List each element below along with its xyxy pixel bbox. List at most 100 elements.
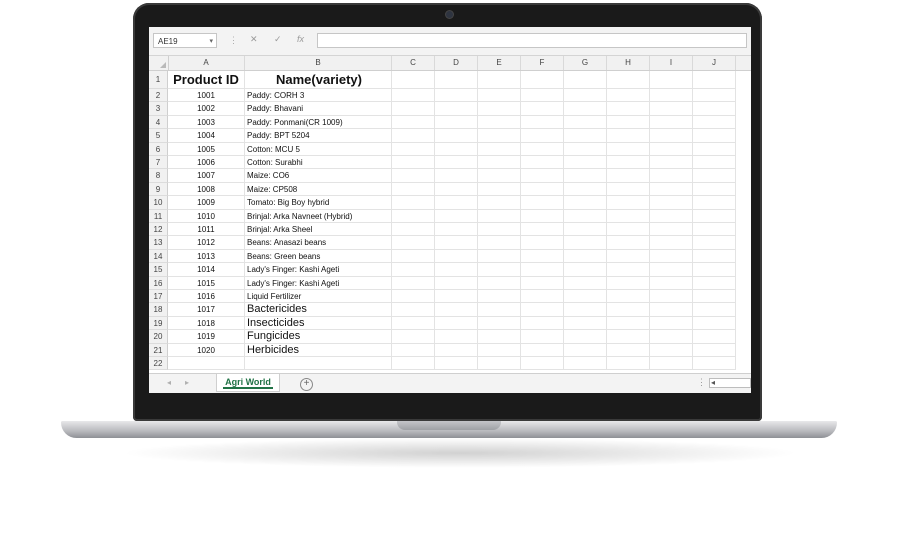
empty-cell[interactable]	[478, 330, 521, 344]
empty-cell[interactable]	[607, 263, 650, 277]
empty-cell[interactable]	[693, 142, 736, 156]
empty-cell[interactable]	[693, 249, 736, 264]
empty-cell[interactable]	[392, 196, 435, 210]
empty-cell[interactable]	[693, 156, 736, 170]
empty-cell[interactable]	[607, 357, 650, 371]
empty-cell[interactable]	[392, 169, 435, 183]
empty-cell[interactable]	[650, 263, 693, 277]
empty-cell[interactable]	[392, 102, 435, 116]
chevron-down-icon[interactable]: ▾	[209, 34, 213, 49]
row-header[interactable]: 12	[149, 223, 168, 237]
empty-cell[interactable]	[693, 209, 736, 223]
empty-cell[interactable]	[607, 196, 650, 210]
empty-cell[interactable]	[435, 316, 478, 331]
cell-name-variety[interactable]: Paddy: Bhavani	[245, 102, 392, 116]
empty-cell[interactable]	[693, 102, 736, 116]
empty-cell[interactable]	[607, 102, 650, 116]
empty-cell[interactable]	[650, 303, 693, 317]
empty-cell[interactable]	[435, 182, 478, 197]
empty-cell[interactable]	[521, 156, 564, 170]
cell-name-variety[interactable]: Beans: Green beans	[245, 249, 392, 264]
cell-product-id[interactable]: 1013	[168, 249, 245, 264]
empty-cell[interactable]	[650, 169, 693, 183]
empty-cell[interactable]	[521, 357, 564, 371]
row-header[interactable]: 8	[149, 169, 168, 183]
empty-cell[interactable]	[521, 223, 564, 237]
empty-cell[interactable]	[392, 142, 435, 156]
row-header[interactable]: 9	[149, 182, 168, 197]
empty-cell[interactable]	[392, 71, 435, 89]
empty-cell[interactable]	[564, 196, 607, 210]
empty-cell[interactable]	[693, 196, 736, 210]
empty-cell[interactable]	[521, 249, 564, 264]
empty-cell[interactable]	[478, 290, 521, 304]
cell-product-id[interactable]: 1005	[168, 142, 245, 156]
column-header-a[interactable]: A	[168, 56, 245, 70]
empty-cell[interactable]	[650, 71, 693, 89]
cancel-icon[interactable]: ✕	[250, 34, 258, 45]
cell-product-id[interactable]: 1017	[168, 303, 245, 317]
column-header-g[interactable]: G	[564, 56, 607, 70]
row-header[interactable]: 21	[149, 343, 168, 357]
empty-cell[interactable]	[607, 182, 650, 197]
cell-product-id[interactable]: 1009	[168, 196, 245, 210]
row-header[interactable]: 3	[149, 102, 168, 116]
empty-cell[interactable]	[478, 169, 521, 183]
horizontal-scrollbar[interactable]: ◂	[709, 378, 751, 388]
empty-cell[interactable]	[392, 129, 435, 143]
cell-product-id[interactable]: 1010	[168, 209, 245, 223]
cell-product-id[interactable]: 1020	[168, 343, 245, 357]
empty-cell[interactable]	[435, 330, 478, 344]
empty-cell[interactable]	[693, 343, 736, 357]
empty-cell[interactable]	[521, 290, 564, 304]
empty-cell[interactable]	[650, 276, 693, 290]
empty-cell[interactable]	[435, 357, 478, 371]
empty-cell[interactable]	[521, 303, 564, 317]
cell-product-id[interactable]	[168, 357, 245, 371]
empty-cell[interactable]	[564, 276, 607, 290]
select-all-button[interactable]	[149, 56, 169, 70]
empty-cell[interactable]	[607, 156, 650, 170]
empty-cell[interactable]	[693, 236, 736, 250]
empty-cell[interactable]	[478, 156, 521, 170]
empty-cell[interactable]	[693, 182, 736, 197]
empty-cell[interactable]	[564, 357, 607, 371]
cell-product-id[interactable]: 1008	[168, 182, 245, 197]
prev-sheet-icon[interactable]: ◂	[167, 378, 171, 387]
empty-cell[interactable]	[564, 343, 607, 357]
row-header[interactable]: 20	[149, 330, 168, 344]
row-header[interactable]: 7	[149, 156, 168, 170]
empty-cell[interactable]	[435, 223, 478, 237]
column-header-b[interactable]: B	[245, 56, 392, 70]
empty-cell[interactable]	[392, 249, 435, 264]
empty-cell[interactable]	[521, 209, 564, 223]
cell-product-id[interactable]: 1002	[168, 102, 245, 116]
empty-cell[interactable]	[650, 330, 693, 344]
empty-cell[interactable]	[435, 290, 478, 304]
column-header-i[interactable]: I	[650, 56, 693, 70]
cell-name-variety[interactable]: Tomato: Big Boy hybrid	[245, 196, 392, 210]
row-header[interactable]: 15	[149, 263, 168, 277]
empty-cell[interactable]	[392, 223, 435, 237]
cell-name-variety[interactable]: Maize: CP508	[245, 182, 392, 197]
empty-cell[interactable]	[478, 316, 521, 331]
column-header-f[interactable]: F	[521, 56, 564, 70]
empty-cell[interactable]	[564, 236, 607, 250]
empty-cell[interactable]	[564, 115, 607, 130]
empty-cell[interactable]	[650, 156, 693, 170]
empty-cell[interactable]	[435, 276, 478, 290]
row-header[interactable]: 19	[149, 316, 168, 331]
empty-cell[interactable]	[650, 196, 693, 210]
cell-name-variety[interactable]	[245, 357, 392, 371]
empty-cell[interactable]	[607, 71, 650, 89]
row-header[interactable]: 17	[149, 290, 168, 304]
cell-product-id[interactable]: 1012	[168, 236, 245, 250]
column-header-j[interactable]: J	[693, 56, 736, 70]
cell-product-id[interactable]: 1007	[168, 169, 245, 183]
empty-cell[interactable]	[607, 169, 650, 183]
cell-product-id[interactable]: 1003	[168, 115, 245, 130]
cell-name-variety[interactable]: Lady's Finger: Kashi Ageti	[245, 276, 392, 290]
empty-cell[interactable]	[693, 223, 736, 237]
empty-cell[interactable]	[521, 102, 564, 116]
empty-cell[interactable]	[392, 290, 435, 304]
